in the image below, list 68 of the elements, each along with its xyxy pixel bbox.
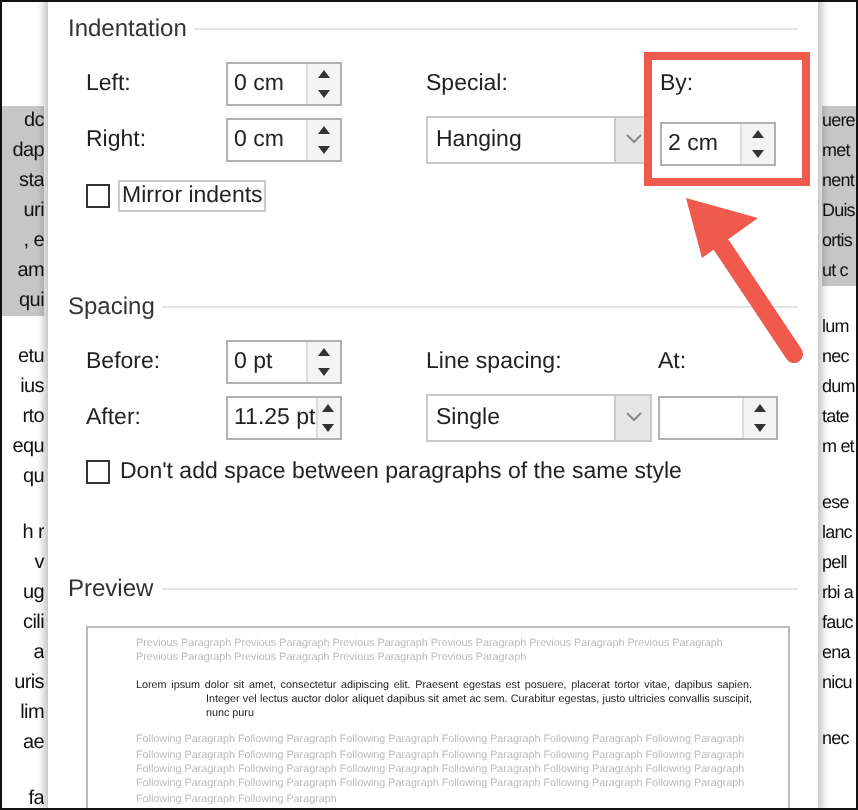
spin-field[interactable]: 11.25 pt [226, 395, 342, 439]
document-text: cili [21, 610, 44, 638]
field-label: Left: [86, 72, 133, 96]
spin-field[interactable] [658, 395, 778, 439]
field-label: At: [658, 350, 689, 374]
document-text: rto [20, 404, 44, 432]
field-label: Before: [86, 350, 163, 374]
document-text: uris [12, 670, 44, 698]
document-text: nec [822, 726, 851, 752]
document-text: uere [822, 106, 856, 136]
document-text: etu [15, 344, 44, 372]
field-label: Line spacing: [426, 350, 564, 374]
spin-field[interactable]: 0 cm [226, 117, 342, 161]
document-text: dum [822, 374, 856, 400]
spin-field[interactable]: 0 cm [226, 62, 342, 106]
spin-arrows-icon[interactable] [306, 342, 340, 382]
document-text: pell [822, 550, 849, 576]
spin-arrows-icon[interactable] [306, 64, 340, 104]
dropdown[interactable]: Single [426, 393, 652, 441]
document-text: , e [2, 226, 44, 256]
spin-arrows-icon[interactable] [740, 124, 774, 164]
document-text: nicu [822, 670, 854, 696]
document-text: nent [822, 166, 856, 196]
document-text: a [31, 640, 44, 668]
document-text: qui [2, 286, 44, 316]
document-text: m et [822, 434, 856, 460]
document-text: met [822, 136, 856, 166]
document-text: rbi a [822, 580, 856, 606]
section-title: Spacing [68, 292, 155, 320]
document-text: fauc [822, 610, 855, 636]
checkbox[interactable] [86, 184, 110, 208]
section-title: Indentation [68, 14, 187, 42]
spin-arrows-icon[interactable] [306, 119, 340, 159]
document-text: lim [18, 700, 44, 728]
spin-arrows-icon[interactable] [315, 397, 340, 437]
document-text: ese [822, 490, 851, 516]
document-text: ug [20, 580, 44, 608]
spin-field[interactable]: 2 cm [660, 122, 776, 166]
document-text: dc [2, 106, 44, 136]
document-text: nec [822, 344, 851, 370]
document-text: ae [20, 730, 44, 758]
document-text: lum [822, 314, 851, 340]
document-text: qu [20, 464, 44, 492]
document-text: sta [2, 166, 44, 196]
field-label: Special: [426, 72, 510, 96]
spin-arrows-icon[interactable] [742, 397, 776, 437]
document-text: Duis [822, 196, 856, 226]
document-text: equ [10, 434, 44, 462]
document-text: h r [20, 520, 44, 548]
document-text: tate [822, 404, 851, 430]
document-text: dap [2, 136, 44, 166]
document-text: ut c [822, 256, 856, 286]
document-text: fa [26, 786, 44, 808]
document-text: ius [18, 374, 44, 402]
field-label: After: [86, 405, 143, 429]
field-label: By: [660, 72, 696, 96]
field-label: Right: [86, 127, 149, 151]
checkbox-label[interactable]: Don't add space between paragraphs of the same style [118, 458, 684, 486]
document-text: ortis [822, 226, 856, 256]
document-text: uri [2, 196, 44, 226]
document-text: lanc [822, 520, 854, 546]
document-text: am [2, 256, 44, 286]
spin-field[interactable]: 0 pt [226, 340, 342, 384]
document-text: v [32, 550, 44, 578]
document-text: ena [822, 640, 853, 666]
section-title: Preview [68, 574, 154, 602]
checkbox[interactable] [86, 460, 110, 484]
checkbox-label[interactable]: Mirror indents [118, 180, 267, 212]
